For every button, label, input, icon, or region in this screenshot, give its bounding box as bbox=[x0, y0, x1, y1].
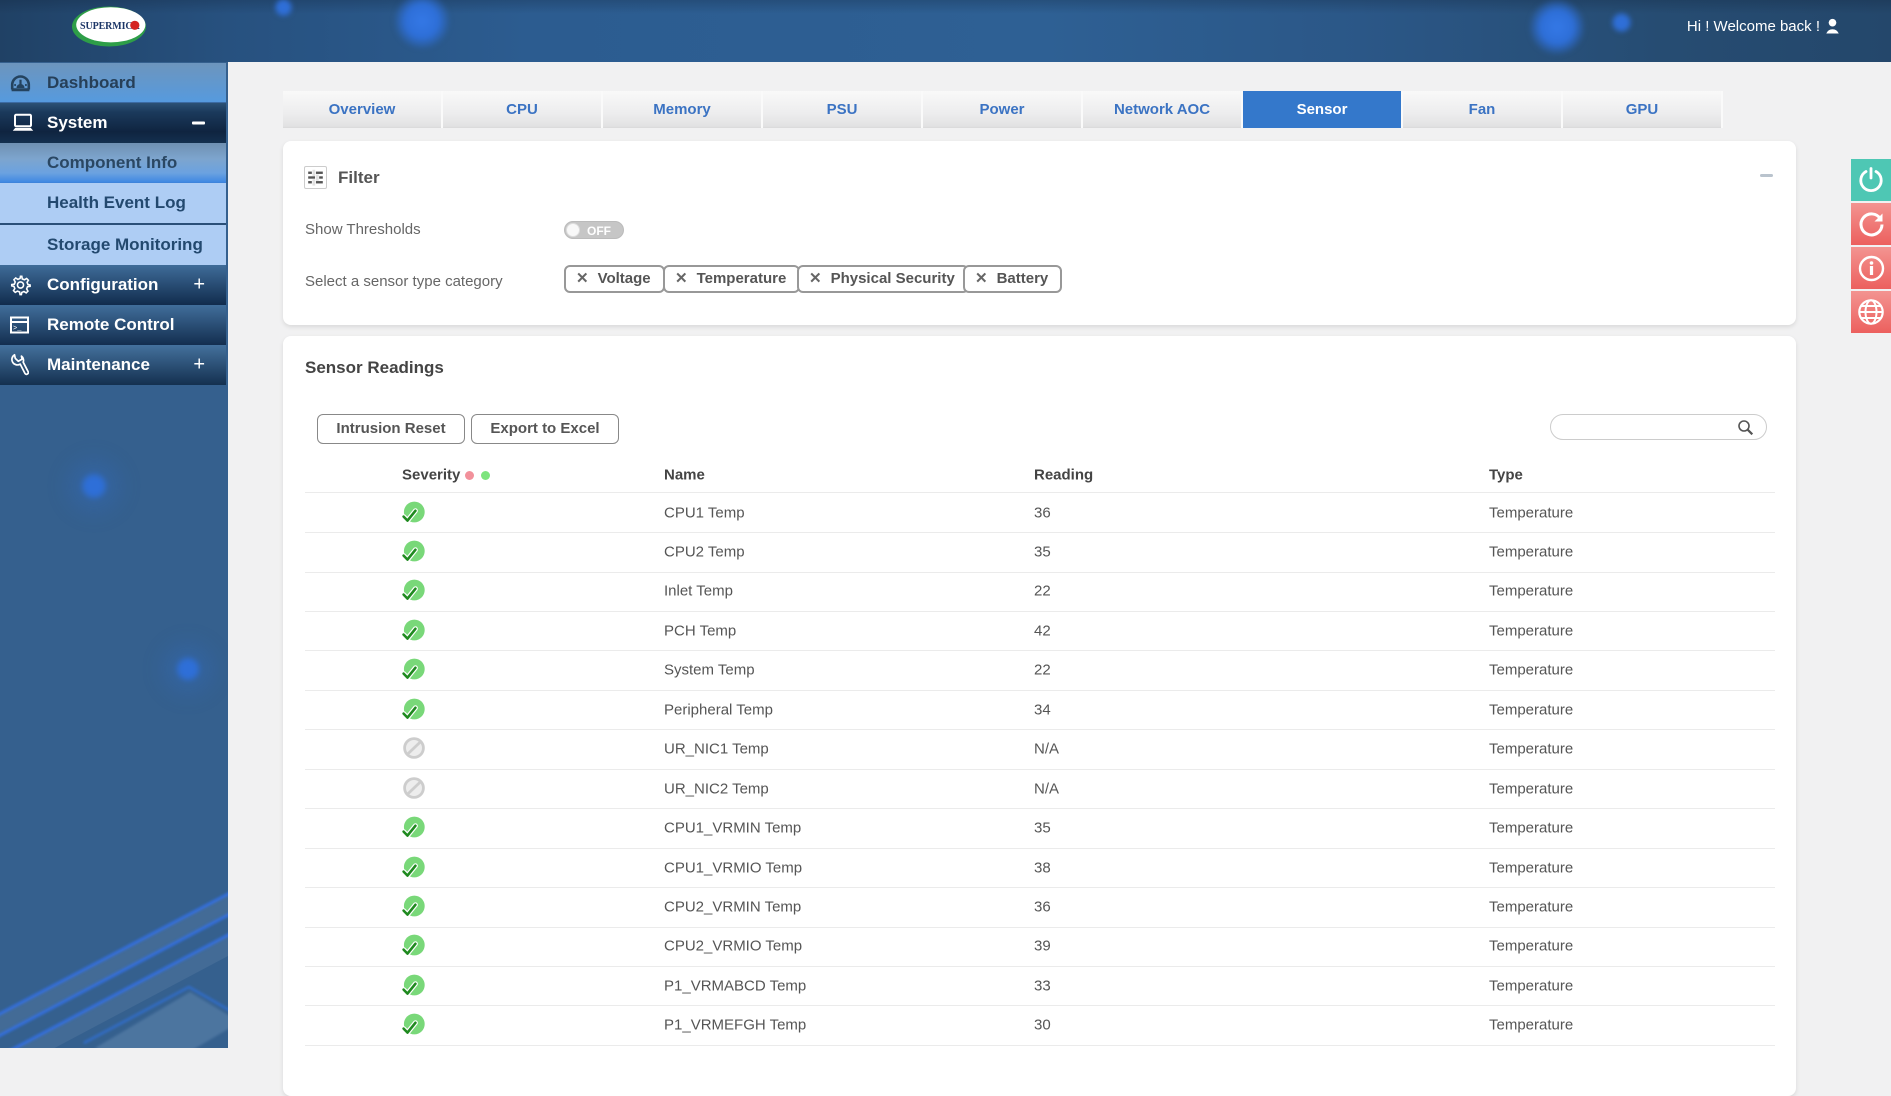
svg-text:>_: >_ bbox=[13, 325, 22, 333]
